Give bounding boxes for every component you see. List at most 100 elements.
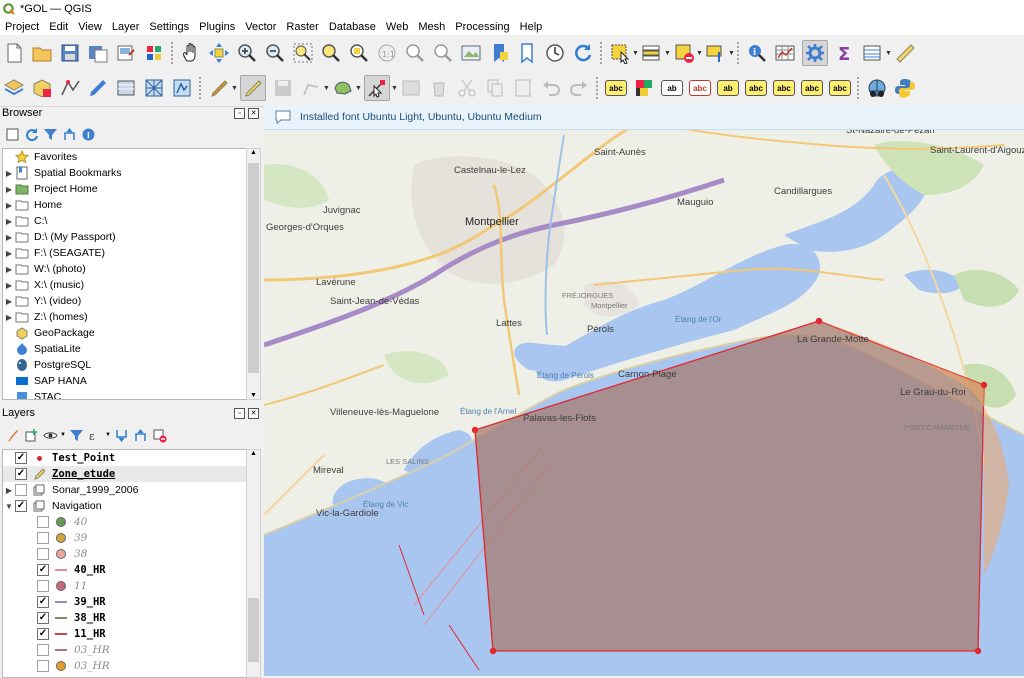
expand-arrow-icon[interactable]: ▶: [3, 201, 15, 210]
layer-visibility-checkbox[interactable]: [37, 580, 49, 592]
browser-item[interactable]: ▶ Z:\ (homes): [3, 309, 247, 325]
toggle-editing-icon[interactable]: [240, 75, 266, 101]
expand-arrow-icon[interactable]: ▶: [3, 249, 15, 258]
menu-database[interactable]: Database: [324, 21, 381, 33]
close-panel-icon[interactable]: ✕: [248, 407, 259, 419]
deselect-all-icon[interactable]: [673, 42, 695, 64]
browser-item[interactable]: ▶ Y:\ (video): [3, 293, 247, 309]
toolbar-grip[interactable]: [198, 76, 202, 100]
layers-tree[interactable]: ✓ Test_Point ✓ Zone_etude ▶ Sonar_1999_2006 ▼ ✓…: [2, 449, 248, 678]
layer-visibility-checkbox[interactable]: [37, 644, 49, 656]
layer-item[interactable]: ▼ ✓ Navigation: [3, 498, 247, 514]
add-group-icon[interactable]: [22, 426, 40, 444]
zoom-last-icon[interactable]: [404, 42, 426, 64]
layer-visibility-checkbox[interactable]: ✓: [37, 564, 49, 576]
label-show-hide-icon[interactable]: abc: [745, 77, 767, 99]
layer-visibility-checkbox[interactable]: ✓: [37, 612, 49, 624]
browser-item[interactable]: Favorites: [3, 149, 247, 165]
expand-arrow-icon[interactable]: ▶: [3, 265, 15, 274]
map-canvas[interactable]: Installed font Ubuntu Light, Ubuntu, Ubu…: [264, 105, 1024, 676]
expand-arrow-icon[interactable]: ▶: [3, 297, 15, 306]
menu-web[interactable]: Web: [381, 21, 413, 33]
layer-visibility-checkbox[interactable]: [37, 548, 49, 560]
menu-mesh[interactable]: Mesh: [413, 21, 450, 33]
collapse-all-icon[interactable]: [60, 125, 78, 143]
menu-edit[interactable]: Edit: [44, 21, 73, 33]
menu-vector[interactable]: Vector: [240, 21, 281, 33]
menu-view[interactable]: View: [73, 21, 107, 33]
browser-item[interactable]: GeoPackage: [3, 325, 247, 341]
expand-arrow-icon[interactable]: ▶: [3, 185, 15, 194]
save-as-icon[interactable]: [87, 42, 109, 64]
chevron-down-icon[interactable]: ▼: [105, 426, 111, 444]
layer-item[interactable]: ▶ Sonar_1999_2006: [3, 482, 247, 498]
menu-help[interactable]: Help: [515, 21, 548, 33]
chevron-down-icon[interactable]: ▼: [355, 85, 362, 92]
float-panel-icon[interactable]: ▫: [234, 407, 245, 419]
browser-item[interactable]: SpatiaLite: [3, 341, 247, 357]
browser-item[interactable]: SAP HANA: [3, 373, 247, 389]
vector-tile-icon[interactable]: [171, 77, 193, 99]
menu-project[interactable]: Project: [0, 21, 44, 33]
filter-icon[interactable]: [41, 125, 59, 143]
menu-plugins[interactable]: Plugins: [194, 21, 240, 33]
style-manager-icon[interactable]: [143, 42, 165, 64]
layer-visibility-checkbox[interactable]: ✓: [15, 500, 27, 512]
info-icon[interactable]: i: [79, 125, 97, 143]
zoom-next-icon[interactable]: [432, 42, 454, 64]
temporal-controller-icon[interactable]: [544, 42, 566, 64]
current-edits-icon[interactable]: [208, 77, 230, 99]
browser-item[interactable]: ▶ Home: [3, 197, 247, 213]
menu-raster[interactable]: Raster: [281, 21, 323, 33]
layer-item[interactable]: ✓ Test_Point: [3, 450, 247, 466]
layer-item[interactable]: 38: [3, 546, 247, 562]
expand-arrow-icon[interactable]: ▼: [3, 502, 15, 511]
chevron-down-icon[interactable]: ▼: [231, 85, 238, 92]
pan-to-selection-icon[interactable]: [208, 42, 230, 64]
open-project-icon[interactable]: [31, 42, 53, 64]
browser-item[interactable]: ▶ Spatial Bookmarks: [3, 165, 247, 181]
menu-settings[interactable]: Settings: [144, 21, 194, 33]
refresh-icon[interactable]: [572, 42, 594, 64]
zoom-full-icon[interactable]: [320, 42, 342, 64]
show-bookmarks-icon[interactable]: [516, 42, 538, 64]
expand-arrow-icon[interactable]: ▶: [3, 217, 15, 226]
new-geopackage-icon[interactable]: [31, 77, 53, 99]
collapse-all-icon[interactable]: [131, 426, 149, 444]
chevron-down-icon[interactable]: ▼: [391, 85, 398, 92]
expand-arrow-icon[interactable]: ▶: [3, 313, 15, 322]
browser-scrollbar[interactable]: ▲ ▼: [246, 148, 261, 400]
layer-visibility-checkbox[interactable]: [15, 484, 27, 496]
chevron-down-icon[interactable]: ▼: [885, 50, 892, 57]
refresh-icon[interactable]: [22, 125, 40, 143]
layer-item[interactable]: 11: [3, 578, 247, 594]
toolbar-grip[interactable]: [599, 41, 603, 65]
label-unplaced-icon[interactable]: abc: [689, 77, 711, 99]
statistics-sigma-icon[interactable]: Σ: [834, 42, 856, 64]
menu-processing[interactable]: Processing: [450, 21, 514, 33]
chevron-down-icon[interactable]: ▼: [60, 426, 66, 444]
browser-item[interactable]: ▶ F:\ (SEAGATE): [3, 245, 247, 261]
new-bookmark-icon[interactable]: [488, 42, 510, 64]
new-project-icon[interactable]: [3, 42, 25, 64]
select-by-value-icon[interactable]: [641, 42, 663, 64]
visibility-eye-icon[interactable]: [41, 426, 59, 444]
layer-visibility-checkbox[interactable]: [37, 532, 49, 544]
scroll-up-icon[interactable]: ▲: [247, 450, 260, 457]
scrollbar-thumb[interactable]: [248, 598, 259, 662]
style-brush-icon[interactable]: [3, 426, 21, 444]
menu-layer[interactable]: Layer: [107, 21, 145, 33]
identify-features-icon[interactable]: i: [746, 42, 768, 64]
new-map-view-icon[interactable]: [460, 42, 482, 64]
expand-arrow-icon[interactable]: ▶: [3, 169, 15, 178]
float-panel-icon[interactable]: ▫: [234, 107, 245, 119]
remove-layer-icon[interactable]: [150, 426, 168, 444]
layer-item[interactable]: 40: [3, 514, 247, 530]
virtual-layer-icon[interactable]: [115, 77, 137, 99]
browser-item[interactable]: ▶ D:\ (My Passport): [3, 229, 247, 245]
add-selected-layers-icon[interactable]: [3, 125, 21, 143]
chevron-down-icon[interactable]: ▼: [664, 50, 671, 57]
expand-arrow-icon[interactable]: ▶: [3, 281, 15, 290]
browser-item[interactable]: STAC: [3, 389, 247, 399]
toolbar-grip[interactable]: [170, 41, 174, 65]
